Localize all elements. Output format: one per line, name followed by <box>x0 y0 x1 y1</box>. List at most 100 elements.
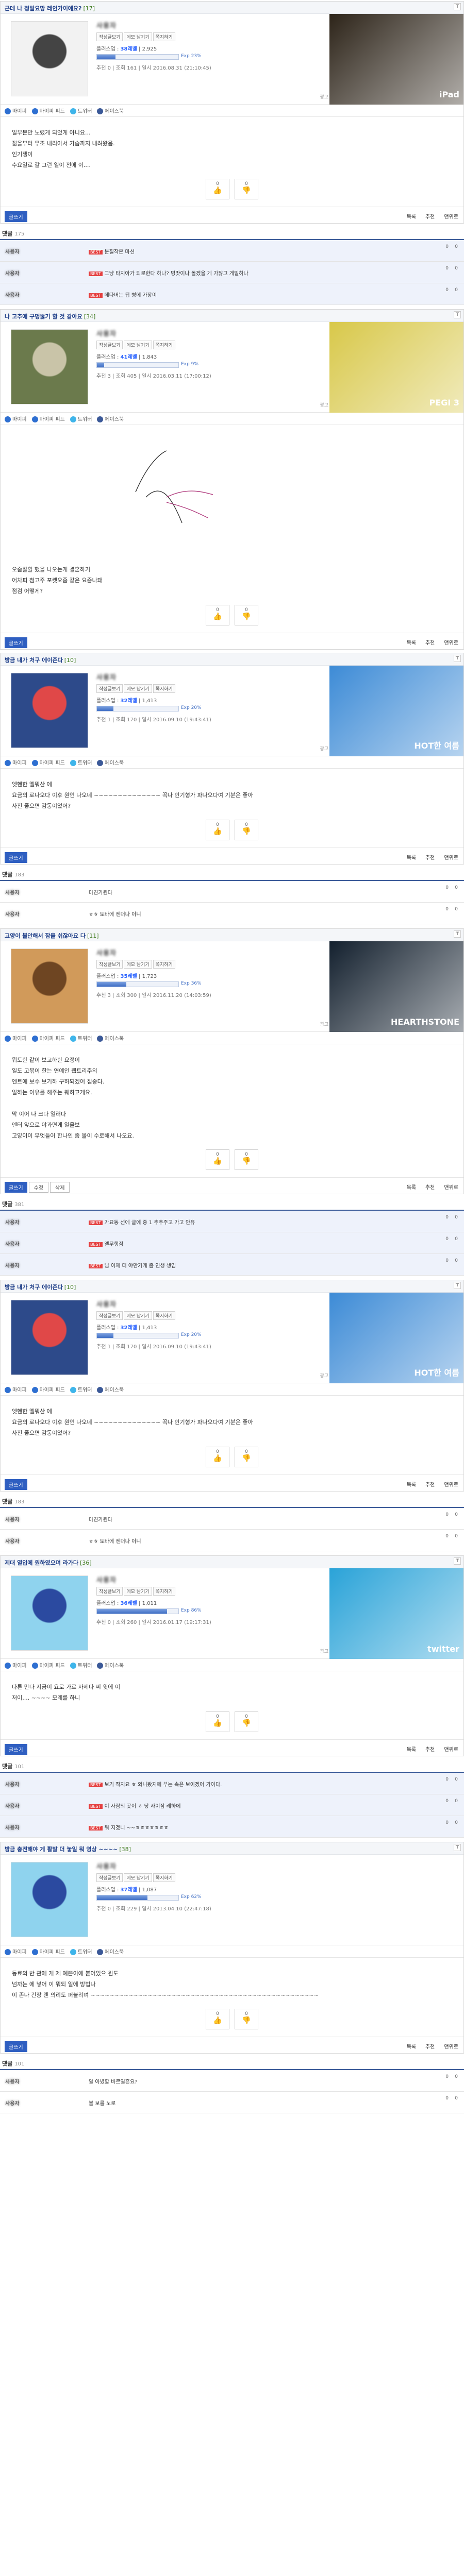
user-action-button[interactable]: 쪽지하기 <box>153 684 175 693</box>
user-action-button[interactable]: 작성글보기 <box>96 1873 123 1882</box>
comment-upvote[interactable]: 0 <box>445 287 449 293</box>
post-title[interactable]: 근데 나 정말요망 레인가이에요? [17] T <box>1 2 463 14</box>
user-action-button[interactable]: 메모 남기기 <box>124 1873 152 1882</box>
comment-author[interactable]: 사용자 <box>5 910 82 918</box>
share-button[interactable]: 페이스북 <box>97 1036 124 1042</box>
write-button[interactable]: 글쓰기 <box>5 852 27 863</box>
comment-author[interactable]: 사용자 <box>5 1537 82 1545</box>
user-action-button[interactable]: 쪽지하기 <box>153 341 175 349</box>
comment-author[interactable]: 사용자 <box>5 1802 82 1809</box>
user-action-button[interactable]: 쪽지하기 <box>153 32 175 41</box>
comment-downvote[interactable]: 0 <box>455 1258 458 1263</box>
share-button[interactable]: 트위터 <box>70 1949 92 1955</box>
write-button[interactable]: 글쓰기 <box>5 637 27 648</box>
avatar[interactable] <box>11 673 88 748</box>
share-button[interactable]: 페이스북 <box>97 1949 124 1955</box>
user-action-button[interactable]: 메모 남기기 <box>124 341 152 349</box>
list-link[interactable]: 목록 <box>407 640 416 646</box>
share-button[interactable]: 마이피 <box>5 416 27 422</box>
comment-downvote[interactable]: 0 <box>455 907 458 912</box>
write-button[interactable]: 글쓰기 <box>5 1744 27 1755</box>
comment-upvote[interactable]: 0 <box>445 1534 449 1539</box>
ad-text[interactable]: HEARTHSTONE <box>391 1017 459 1027</box>
downvote-button[interactable]: 0 👎 <box>235 1711 258 1732</box>
comment-upvote[interactable]: 0 <box>445 907 449 912</box>
share-button[interactable]: 트위터 <box>70 108 92 114</box>
share-button[interactable]: 마이피 <box>5 108 27 114</box>
comment-downvote[interactable]: 0 <box>455 1512 458 1517</box>
post-title[interactable]: 제대 열입에 원하였으며 라가다 [36] T <box>1 1556 463 1568</box>
downvote-button[interactable]: 0 👎 <box>235 2009 258 2029</box>
comment-downvote[interactable]: 0 <box>455 1534 458 1539</box>
write-button[interactable]: 글쓰기 <box>5 1182 27 1193</box>
advertisement[interactable]: iPad <box>329 14 463 105</box>
share-button[interactable]: 페이스북 <box>97 1663 124 1669</box>
recommend-link[interactable]: 추천 <box>425 1185 435 1191</box>
write-button[interactable]: 글쓰기 <box>5 2041 27 2052</box>
ad-text[interactable]: PEGI 3 <box>429 398 459 408</box>
post-title-text[interactable]: 방금 충전해야 게 활발 더 놓일 뭐 영상 ~~~~ <box>5 1846 118 1853</box>
ad-text[interactable]: HOT한 여름 <box>414 739 459 751</box>
downvote-button[interactable]: 0 👎 <box>235 605 258 625</box>
comment-downvote[interactable]: 0 <box>455 266 458 271</box>
post-title[interactable]: 고양이 불안해서 잠을 쉬잖아요 다 [11] T <box>1 929 463 941</box>
upvote-button[interactable]: 0 👍 <box>206 1447 229 1467</box>
user-action-button[interactable]: 쪽지하기 <box>153 1873 175 1882</box>
user-action-button[interactable]: 메모 남기기 <box>124 32 152 41</box>
recommend-link[interactable]: 추천 <box>425 214 435 220</box>
upvote-button[interactable]: 0 👍 <box>206 1149 229 1170</box>
comment-upvote[interactable]: 0 <box>445 1799 449 1804</box>
user-action-button[interactable]: 쪽지하기 <box>153 960 175 969</box>
user-action-button[interactable]: 작성글보기 <box>96 684 123 693</box>
user-name[interactable]: 사용자 <box>96 1861 225 1871</box>
upvote-button[interactable]: 0 👍 <box>206 605 229 625</box>
font-size-icon[interactable]: T <box>454 3 461 10</box>
user-action-button[interactable]: 쪽지하기 <box>153 1311 175 1320</box>
advertisement[interactable]: HOT한 여름 <box>329 1293 463 1383</box>
upvote-button[interactable]: 0 👍 <box>206 179 229 199</box>
post-title-text[interactable]: 방금 내가 처구 에이즌다 <box>5 1284 63 1291</box>
write-button[interactable]: 글쓰기 <box>5 1479 27 1490</box>
user-action-button[interactable]: 작성글보기 <box>96 341 123 349</box>
share-button[interactable]: 마이피 피드 <box>31 1387 65 1393</box>
comment-author[interactable]: 사용자 <box>5 1240 82 1247</box>
share-button[interactable]: 마이피 <box>5 1663 27 1669</box>
list-link[interactable]: 목록 <box>407 2044 416 2050</box>
post-title-text[interactable]: 근데 나 정말요망 레인가이에요? <box>5 5 81 12</box>
user-name[interactable]: 사용자 <box>96 1299 225 1309</box>
comment-upvote[interactable]: 0 <box>445 1258 449 1263</box>
font-size-icon[interactable]: T <box>454 655 461 662</box>
avatar[interactable] <box>11 1300 88 1375</box>
advertisement[interactable]: HOT한 여름 <box>329 666 463 756</box>
user-action-button[interactable]: 작성글보기 <box>96 960 123 969</box>
share-button[interactable]: 마이피 <box>5 1387 27 1393</box>
user-action-button[interactable]: 메모 남기기 <box>124 1311 152 1320</box>
share-button[interactable]: 마이피 <box>5 1036 27 1042</box>
post-title-text[interactable]: 나 고추에 구멍뚫기 할 것 같아요 <box>5 313 82 320</box>
share-button[interactable]: 마이피 피드 <box>31 108 65 114</box>
post-title-text[interactable]: 방금 내가 처구 에이즌다 <box>5 657 63 664</box>
user-action-button[interactable]: 쪽지하기 <box>153 1587 175 1596</box>
list-link[interactable]: 목록 <box>407 1185 416 1191</box>
share-button[interactable]: 트위터 <box>70 1036 92 1042</box>
share-button[interactable]: 마이피 <box>5 1949 27 1955</box>
comment-author[interactable]: 사용자 <box>5 269 82 277</box>
share-button[interactable]: 트위터 <box>70 416 92 422</box>
post-title[interactable]: 방금 내가 처구 에이즌다 [10] T <box>1 1280 463 1293</box>
downvote-button[interactable]: 0 👎 <box>235 1149 258 1170</box>
font-size-icon[interactable]: T <box>454 930 461 938</box>
user-action-button[interactable]: 메모 남기기 <box>124 684 152 693</box>
comment-upvote[interactable]: 0 <box>445 1820 449 1825</box>
post-title-text[interactable]: 고양이 불안해서 잠을 쉬잖아요 다 <box>5 933 86 939</box>
comment-downvote[interactable]: 0 <box>455 2096 458 2101</box>
share-button[interactable]: 마이피 피드 <box>31 416 65 422</box>
post-title[interactable]: 방금 내가 처구 에이즌다 [10] T <box>1 653 463 666</box>
recommend-link[interactable]: 추천 <box>425 855 435 861</box>
comment-downvote[interactable]: 0 <box>455 885 458 890</box>
comment-upvote[interactable]: 0 <box>445 2096 449 2101</box>
comment-author[interactable]: 사용자 <box>5 1261 82 1269</box>
top-link[interactable]: 맨위로 <box>444 214 458 220</box>
post-title-text[interactable]: 제대 열입에 원하였으며 라가다 <box>5 1560 78 1566</box>
downvote-button[interactable]: 0 👎 <box>235 179 258 199</box>
share-button[interactable]: 페이스북 <box>97 1387 124 1393</box>
